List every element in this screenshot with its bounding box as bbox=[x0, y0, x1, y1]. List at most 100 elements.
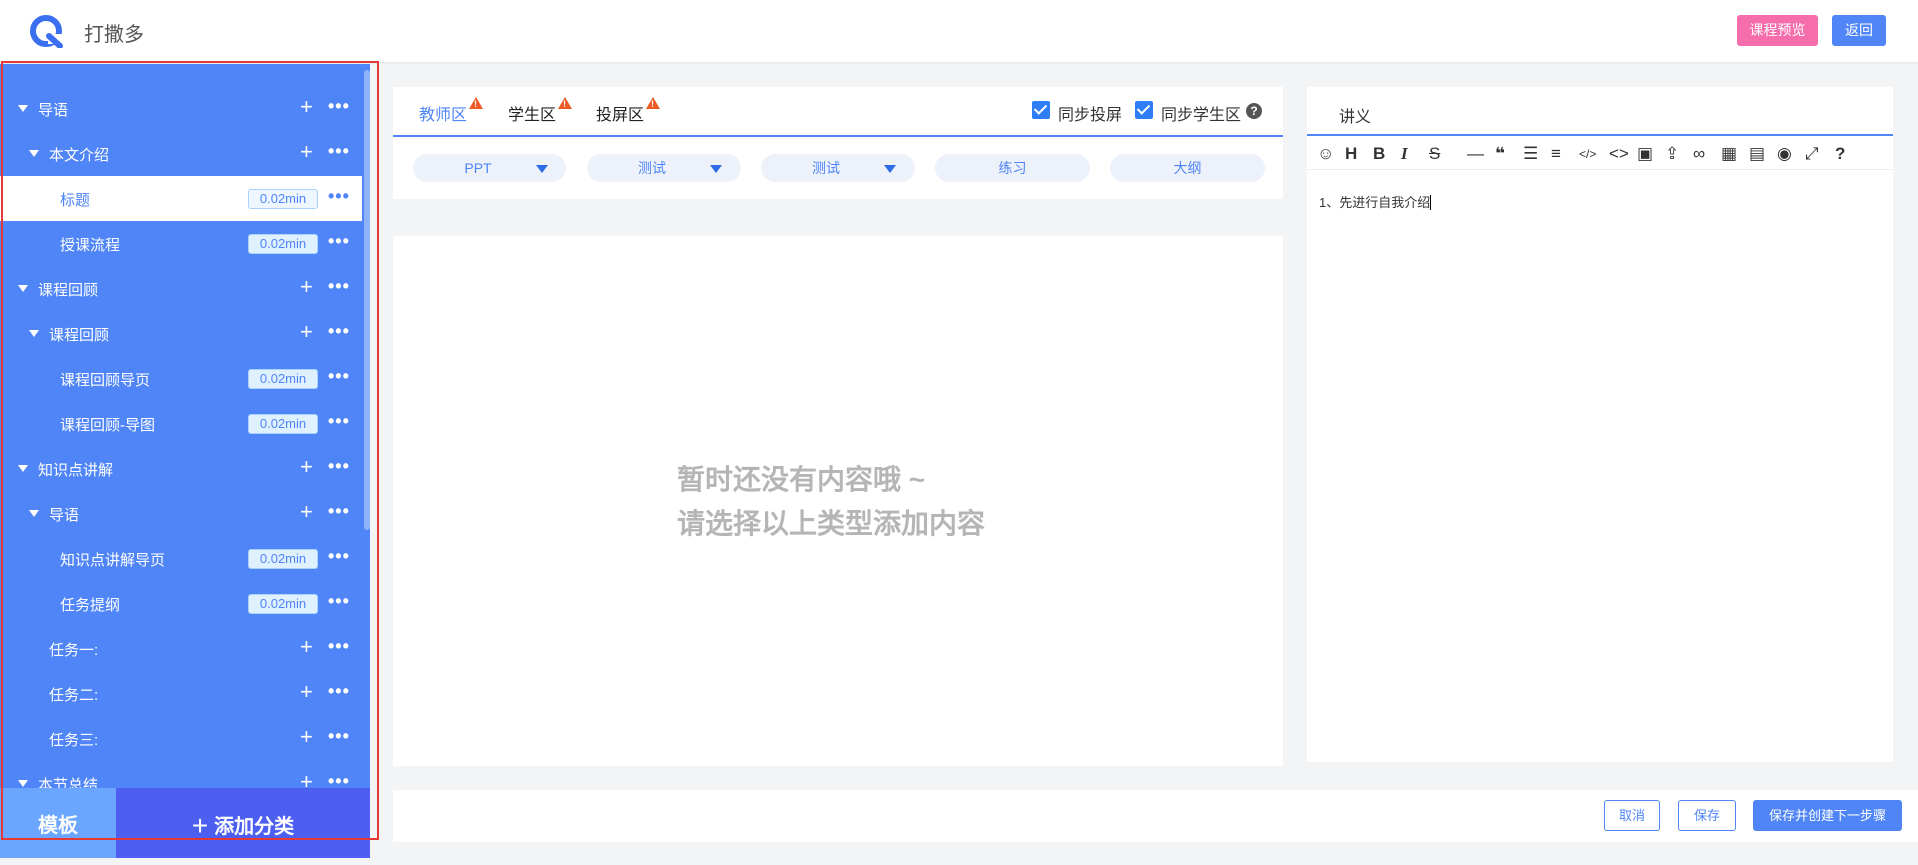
more-options-icon[interactable]: ••• bbox=[328, 274, 350, 298]
add-child-icon[interactable]: + bbox=[300, 770, 313, 789]
outline-group-item[interactable]: 任务三: + ••• bbox=[0, 716, 362, 761]
add-child-icon[interactable]: + bbox=[300, 680, 313, 704]
outline-group-item[interactable]: 导语 + ••• bbox=[0, 491, 362, 536]
duration-badge: 0.02min bbox=[248, 234, 318, 254]
outline-page-item[interactable]: 任务提纲 0.02min ••• bbox=[0, 581, 362, 626]
preview-icon[interactable]: ◉ bbox=[1777, 143, 1792, 165]
caret-down-icon[interactable] bbox=[18, 780, 28, 787]
outline-page-item[interactable]: 知识点讲解导页 0.02min ••• bbox=[0, 536, 362, 581]
outline-group-item[interactable]: 课程回顾 + ••• bbox=[0, 266, 362, 311]
help-icon[interactable]: ? bbox=[1835, 143, 1845, 165]
outline-item-label: 课程回顾 bbox=[49, 327, 110, 344]
back-button[interactable]: 返回 bbox=[1832, 15, 1886, 46]
template-tab[interactable]: 模板 bbox=[0, 788, 116, 858]
hr-icon[interactable]: — bbox=[1467, 143, 1484, 165]
caret-down-icon[interactable] bbox=[29, 330, 39, 337]
notes-editor[interactable]: 1、先进行自我介绍 bbox=[1307, 182, 1893, 762]
table-icon[interactable]: ▦ bbox=[1721, 143, 1737, 165]
emoji-icon[interactable]: ☺ bbox=[1317, 143, 1334, 165]
exercise-type-button[interactable]: 练习 bbox=[935, 154, 1090, 182]
sync-screen-label: 同步投屏 bbox=[1058, 107, 1123, 124]
caret-down-icon[interactable] bbox=[18, 285, 28, 292]
outline-group-item[interactable]: 知识点讲解 + ••• bbox=[0, 446, 362, 491]
add-category-button[interactable]: + 添加分类 bbox=[116, 788, 370, 858]
bold-icon[interactable]: B bbox=[1373, 143, 1385, 165]
caret-down-icon[interactable] bbox=[18, 105, 28, 112]
link-icon[interactable]: ∞ bbox=[1693, 143, 1705, 165]
more-options-icon[interactable]: ••• bbox=[328, 544, 350, 568]
warning-icon bbox=[469, 97, 483, 109]
more-options-icon[interactable]: ••• bbox=[328, 634, 350, 658]
fullscreen-icon[interactable]: ⤢ bbox=[1805, 143, 1819, 165]
inline-code-icon[interactable]: </> bbox=[1579, 143, 1596, 165]
sync-student-checkbox[interactable] bbox=[1135, 101, 1153, 119]
ppt-type-button[interactable]: PPT bbox=[413, 154, 566, 182]
outline-group-item[interactable]: 课程回顾 + ••• bbox=[0, 311, 362, 356]
bullet-list-icon[interactable]: ☰ bbox=[1523, 143, 1538, 165]
outline-page-item[interactable]: 标题 0.02min ••• bbox=[0, 176, 362, 221]
outline-page-item[interactable]: 课程回顾-导图 0.02min ••• bbox=[0, 401, 362, 446]
more-options-icon[interactable]: ••• bbox=[328, 724, 350, 748]
more-options-icon[interactable]: ••• bbox=[328, 139, 350, 163]
outline-item-label: 课程回顾-导图 bbox=[60, 417, 155, 434]
outline-group-item[interactable]: 任务一: + ••• bbox=[0, 626, 362, 671]
more-options-icon[interactable]: ••• bbox=[328, 184, 350, 208]
more-options-icon[interactable]: ••• bbox=[328, 409, 350, 433]
add-child-icon[interactable]: + bbox=[300, 455, 313, 479]
add-category-label: 添加分类 bbox=[214, 816, 295, 838]
add-child-icon[interactable]: + bbox=[300, 500, 313, 524]
italic-icon[interactable]: I bbox=[1401, 143, 1408, 165]
outline-group-item[interactable]: 任务二: + ••• bbox=[0, 671, 362, 716]
more-options-icon[interactable]: ••• bbox=[328, 229, 350, 253]
add-child-icon[interactable]: + bbox=[300, 320, 313, 344]
quote-icon[interactable]: ❝ bbox=[1495, 143, 1505, 165]
add-child-icon[interactable]: + bbox=[300, 275, 313, 299]
heading-icon[interactable]: H bbox=[1345, 143, 1357, 165]
outline-type-button[interactable]: 大纲 bbox=[1110, 154, 1265, 182]
text-cursor bbox=[1430, 195, 1432, 210]
outline-page-item[interactable]: 课程回顾导页 0.02min ••• bbox=[0, 356, 362, 401]
outline-item-label: 导语 bbox=[49, 507, 80, 524]
sidebar-scrollbar[interactable] bbox=[364, 70, 370, 530]
code-block-icon[interactable]: <> bbox=[1609, 143, 1629, 165]
more-options-icon[interactable]: ••• bbox=[328, 589, 350, 613]
outline-item-label: 本文介绍 bbox=[49, 147, 110, 164]
caret-down-icon[interactable] bbox=[18, 465, 28, 472]
save-and-next-button[interactable]: 保存并创建下一步骤 bbox=[1753, 800, 1902, 831]
upload-icon[interactable]: ⇪ bbox=[1665, 143, 1679, 165]
ordered-list-icon[interactable]: ≡ bbox=[1551, 143, 1561, 165]
save-button[interactable]: 保存 bbox=[1678, 800, 1736, 831]
outline-group-item[interactable]: 导语 + ••• bbox=[0, 86, 362, 131]
help-icon[interactable]: ? bbox=[1246, 103, 1262, 119]
test-type-button-2[interactable]: 测试 bbox=[761, 154, 915, 182]
course-preview-button[interactable]: 课程预览 bbox=[1737, 15, 1818, 46]
tab-teacher-zone[interactable]: 教师区 bbox=[419, 97, 483, 125]
more-options-icon[interactable]: ••• bbox=[328, 364, 350, 388]
add-child-icon[interactable]: + bbox=[300, 635, 313, 659]
tab-projection-zone[interactable]: 投屏区 bbox=[596, 97, 660, 125]
outline-item-label: 标题 bbox=[60, 192, 91, 209]
more-options-icon[interactable]: ••• bbox=[328, 94, 350, 118]
test-type-button[interactable]: 测试 bbox=[587, 154, 741, 182]
notes-content[interactable]: 1、先进行自我介绍 bbox=[1319, 192, 1432, 211]
sync-screen-checkbox[interactable] bbox=[1032, 101, 1050, 119]
tab-student-zone[interactable]: 学生区 bbox=[508, 97, 572, 125]
more-options-icon[interactable]: ••• bbox=[328, 454, 350, 478]
add-child-icon[interactable]: + bbox=[300, 725, 313, 749]
add-child-icon[interactable]: + bbox=[300, 140, 313, 164]
caret-down-icon[interactable] bbox=[29, 510, 39, 517]
strikethrough-icon[interactable]: S bbox=[1429, 143, 1440, 165]
outline-group-item[interactable]: 本文介绍 + ••• bbox=[0, 131, 362, 176]
image-icon[interactable]: ▣ bbox=[1637, 143, 1653, 165]
toc-icon[interactable]: ▤ bbox=[1749, 143, 1765, 165]
more-options-icon[interactable]: ••• bbox=[328, 499, 350, 523]
cancel-button[interactable]: 取消 bbox=[1604, 800, 1660, 831]
caret-down-icon[interactable] bbox=[29, 150, 39, 157]
more-options-icon[interactable]: ••• bbox=[328, 679, 350, 703]
outline-group-item[interactable]: 本节总结 + ••• bbox=[0, 761, 362, 788]
more-options-icon[interactable]: ••• bbox=[328, 769, 350, 788]
warning-icon bbox=[558, 97, 572, 109]
outline-page-item[interactable]: 授课流程 0.02min ••• bbox=[0, 221, 362, 266]
add-child-icon[interactable]: + bbox=[300, 95, 313, 119]
more-options-icon[interactable]: ••• bbox=[328, 319, 350, 343]
